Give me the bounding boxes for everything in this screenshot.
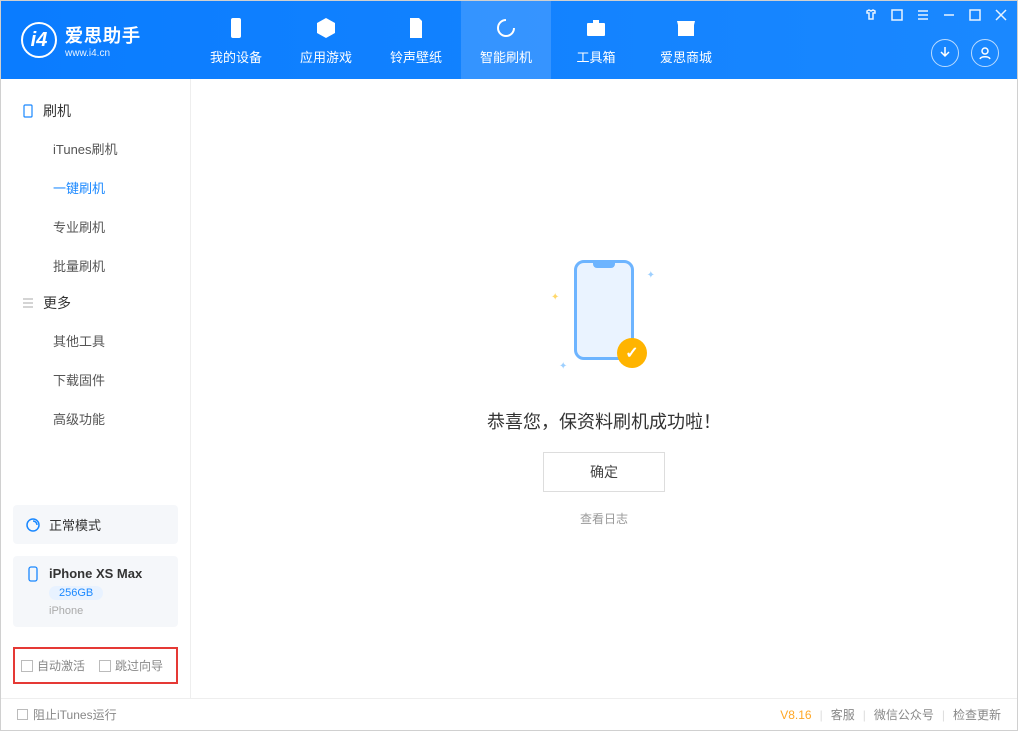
checkbox-block-itunes[interactable]: 阻止iTunes运行 (17, 706, 117, 723)
device-mode-panel[interactable]: 正常模式 (13, 505, 178, 544)
checkbox-box-icon (17, 709, 28, 720)
header: i4 爱思助手 www.i4.cn 我的设备 应用游戏 铃声壁纸 智能刷机 (1, 1, 1017, 79)
tab-my-device[interactable]: 我的设备 (191, 1, 281, 79)
phone-icon (223, 15, 249, 41)
sidebar-section-more: 更多 (1, 285, 190, 321)
footer-support-link[interactable]: 客服 (831, 706, 855, 723)
device-info-panel[interactable]: iPhone XS Max 256GB iPhone (13, 556, 178, 627)
tab-smart-flash[interactable]: 智能刷机 (461, 1, 551, 79)
header-right-actions (931, 39, 999, 67)
logo[interactable]: i4 爱思助手 www.i4.cn (1, 22, 191, 59)
checkbox-box-icon (99, 660, 111, 672)
logo-icon: i4 (21, 22, 57, 58)
view-log-link[interactable]: 查看日志 (580, 510, 628, 527)
tab-apps[interactable]: 应用游戏 (281, 1, 371, 79)
checkbox-skip-guide[interactable]: 跳过向导 (99, 657, 163, 674)
sidebar-item-batch-flash[interactable]: 批量刷机 (1, 246, 190, 285)
tab-store[interactable]: 爱思商城 (641, 1, 731, 79)
nav-tabs: 我的设备 应用游戏 铃声壁纸 智能刷机 工具箱 爱思商城 (191, 1, 731, 79)
device-small-icon (21, 104, 35, 118)
success-message: 恭喜您，保资料刷机成功啦！ (487, 408, 721, 434)
sidebar-section-flash: 刷机 (1, 93, 190, 129)
highlighted-checkbox-row: 自动激活 跳过向导 (13, 647, 178, 684)
window-controls (863, 7, 1009, 23)
sidebar-item-download-firmware[interactable]: 下载固件 (1, 360, 190, 399)
user-button[interactable] (971, 39, 999, 67)
version-label: V8.16 (780, 708, 811, 722)
ok-button[interactable]: 确定 (543, 452, 665, 492)
footer-check-update-link[interactable]: 检查更新 (953, 706, 1001, 723)
tab-ringtones[interactable]: 铃声壁纸 (371, 1, 461, 79)
main-content: ✓ ✦✦✦ 恭喜您，保资料刷机成功啦！ 确定 查看日志 (191, 79, 1017, 698)
tab-toolbox[interactable]: 工具箱 (551, 1, 641, 79)
app-window: i4 爱思助手 www.i4.cn 我的设备 应用游戏 铃声壁纸 智能刷机 (0, 0, 1018, 731)
sidebar-item-advanced[interactable]: 高级功能 (1, 399, 190, 438)
tshirt-icon[interactable] (863, 7, 879, 23)
refresh-icon (25, 517, 41, 533)
phone-success-illustration: ✓ ✦✦✦ (559, 250, 649, 390)
device-capacity: 256GB (49, 586, 103, 600)
briefcase-icon (583, 15, 609, 41)
app-name-en: www.i4.cn (65, 48, 141, 59)
sidebar-item-other-tools[interactable]: 其他工具 (1, 321, 190, 360)
sidebar-item-pro-flash[interactable]: 专业刷机 (1, 207, 190, 246)
check-badge-icon: ✓ (617, 338, 647, 368)
device-mode-label: 正常模式 (49, 515, 101, 534)
checkbox-auto-activate[interactable]: 自动激活 (21, 657, 85, 674)
maximize-button[interactable] (967, 7, 983, 23)
cube-icon (313, 15, 339, 41)
window-icon[interactable] (889, 7, 905, 23)
store-icon (673, 15, 699, 41)
phone-small-icon (25, 566, 41, 582)
list-small-icon (21, 296, 35, 310)
device-name: iPhone XS Max (49, 566, 142, 581)
footer-wechat-link[interactable]: 微信公众号 (874, 706, 934, 723)
footer: 阻止iTunes运行 V8.16 | 客服 | 微信公众号 | 检查更新 (1, 698, 1017, 730)
minimize-button[interactable] (941, 7, 957, 23)
sidebar: 刷机 iTunes刷机 一键刷机 专业刷机 批量刷机 更多 其他工具 下载固件 … (1, 79, 191, 698)
sidebar-item-itunes-flash[interactable]: iTunes刷机 (1, 129, 190, 168)
checkbox-box-icon (21, 660, 33, 672)
menu-icon[interactable] (915, 7, 931, 23)
download-button[interactable] (931, 39, 959, 67)
close-button[interactable] (993, 7, 1009, 23)
body: 刷机 iTunes刷机 一键刷机 专业刷机 批量刷机 更多 其他工具 下载固件 … (1, 79, 1017, 698)
refresh-shield-icon (493, 15, 519, 41)
device-subtype: iPhone (49, 605, 142, 617)
sidebar-item-oneclick-flash[interactable]: 一键刷机 (1, 168, 190, 207)
music-page-icon (403, 15, 429, 41)
app-name-cn: 爱思助手 (65, 22, 141, 48)
